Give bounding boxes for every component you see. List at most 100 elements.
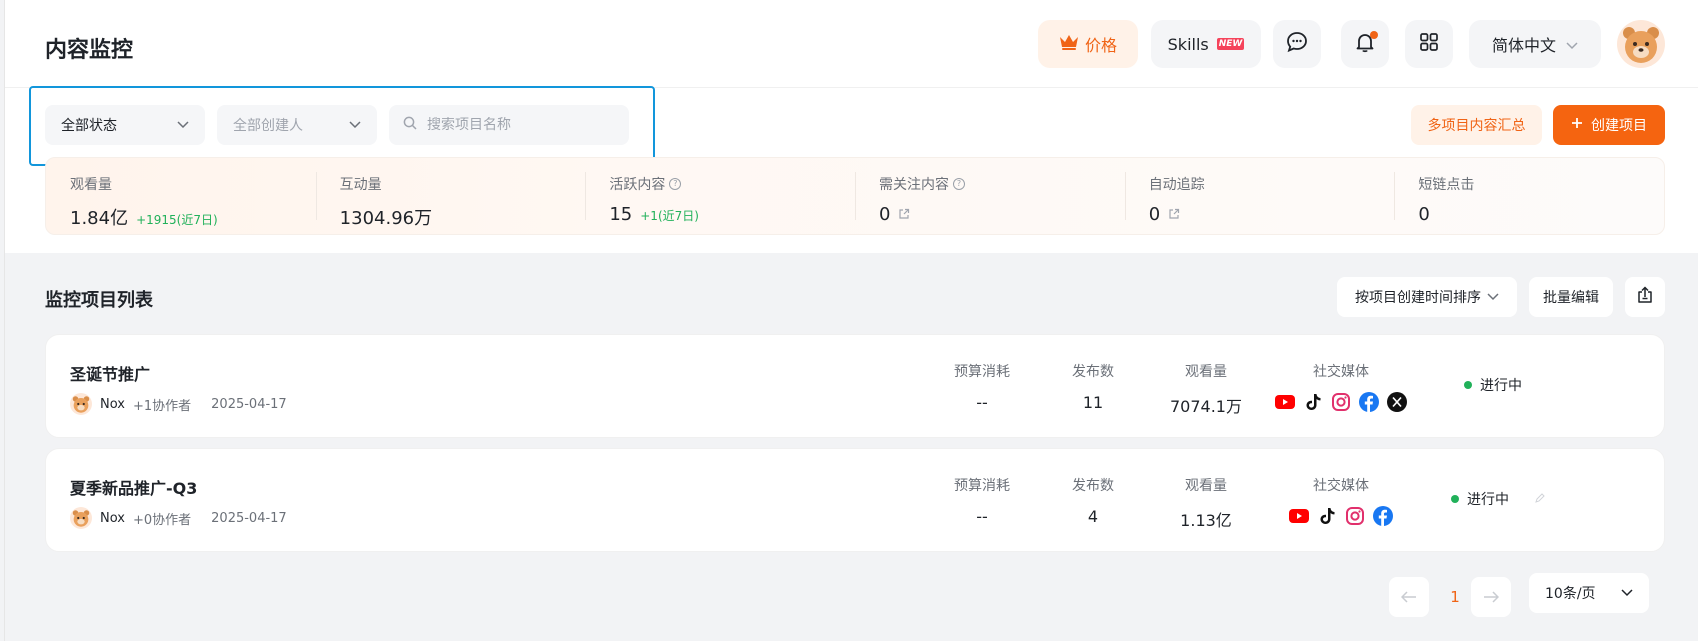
- next-page-button[interactable]: [1471, 577, 1511, 617]
- instagram-icon: [1344, 505, 1366, 527]
- external-link-icon[interactable]: [1168, 208, 1180, 224]
- apps-button[interactable]: [1405, 20, 1453, 68]
- status-select-value: 全部状态: [61, 118, 117, 134]
- chat-button[interactable]: [1273, 20, 1321, 68]
- create-project-button[interactable]: 创建项目: [1553, 105, 1665, 145]
- search-input[interactable]: [427, 117, 607, 133]
- status-select[interactable]: 全部状态: [45, 105, 205, 145]
- sort-select[interactable]: 按项目创建时间排序: [1337, 277, 1517, 317]
- stat-attention-content: 需关注内容 ? 0: [855, 158, 1125, 234]
- list-title: 监控项目列表: [45, 290, 153, 311]
- price-button[interactable]: 价格: [1038, 20, 1138, 68]
- stat-label: 短链点击: [1418, 177, 1475, 193]
- sort-label: 按项目创建时间排序: [1355, 290, 1481, 306]
- owner-name: Nox: [100, 510, 125, 526]
- plus-icon: [1571, 117, 1583, 133]
- col-label: 社交媒体: [1313, 364, 1369, 380]
- col-label: 观看量: [1185, 364, 1227, 380]
- stat-views: 观看量 1.84亿 +1915(近7日): [46, 158, 316, 234]
- stat-value: 0: [1148, 204, 1161, 225]
- chevron-down-icon: [349, 117, 361, 133]
- status-dot: [1451, 495, 1459, 503]
- page-title: 内容监控: [45, 38, 134, 63]
- project-name: 夏季新品推广-Q3: [70, 479, 198, 498]
- stat-delta: +1(近7日): [640, 209, 699, 223]
- col-label: 预算消耗: [954, 364, 1010, 380]
- project-card[interactable]: 夏季新品推广-Q3 Nox +0协作者 2025-04-17 预算消耗 -- 发…: [45, 448, 1665, 552]
- col-label: 观看量: [1185, 478, 1227, 494]
- stat-label: 自动追踪: [1148, 177, 1205, 193]
- chevron-down-icon: [177, 117, 189, 133]
- creator-select-placeholder: 全部创建人: [233, 118, 303, 134]
- create-project-label: 创建项目: [1591, 118, 1647, 134]
- notification-button[interactable]: [1341, 20, 1389, 68]
- skills-button[interactable]: Skills NEW: [1151, 20, 1261, 68]
- youtube-icon: [1288, 505, 1310, 527]
- stat-auto-tracking: 自动追踪 0: [1124, 158, 1395, 234]
- budget-value: --: [976, 507, 988, 526]
- creator-select[interactable]: 全部创建人: [217, 105, 377, 145]
- stat-value: 0: [1418, 204, 1430, 225]
- grid-icon: [1419, 32, 1439, 56]
- search-icon: [403, 116, 417, 134]
- batch-edit-button[interactable]: 批量编辑: [1529, 277, 1613, 317]
- tiktok-icon: [1316, 505, 1338, 527]
- export-icon: [1636, 286, 1654, 308]
- facebook-icon: [1358, 391, 1380, 413]
- language-label: 简体中文: [1491, 36, 1556, 55]
- social-column: 社交媒体: [1266, 361, 1416, 413]
- posts-value: 11: [1082, 393, 1104, 412]
- user-avatar[interactable]: [1617, 20, 1665, 68]
- arrow-right-icon: [1483, 588, 1500, 607]
- owner-avatar: [70, 393, 92, 415]
- search-box: [389, 105, 629, 145]
- stat-delta: +1915(近7日): [136, 213, 218, 227]
- stat-interactions: 互动量 1304.96万: [315, 158, 586, 234]
- help-icon[interactable]: ?: [669, 178, 682, 190]
- edit-icon[interactable]: [1535, 491, 1545, 507]
- stat-label: 观看量: [70, 177, 112, 193]
- social-column: 社交媒体: [1266, 475, 1416, 527]
- stat-value: 15: [609, 204, 633, 225]
- col-label: 发布数: [1072, 478, 1114, 494]
- page-size-select[interactable]: 10条/页: [1529, 573, 1649, 613]
- stat-label: 活跃内容: [609, 177, 666, 193]
- posts-column: 发布数 11: [1058, 361, 1128, 412]
- youtube-icon: [1274, 391, 1296, 413]
- tiktok-icon: [1302, 391, 1324, 413]
- new-badge: NEW: [1216, 38, 1245, 50]
- views-column: 观看量 7074.1万: [1166, 361, 1246, 417]
- chevron-down-icon: [1487, 289, 1499, 305]
- owner-avatar: [70, 507, 92, 529]
- multi-project-summary-button[interactable]: 多项目内容汇总: [1411, 105, 1542, 145]
- facebook-icon: [1372, 505, 1394, 527]
- stat-label: 需关注内容: [879, 177, 950, 193]
- stat-value: 1.84亿: [70, 208, 129, 229]
- project-status: 进行中: [1451, 489, 1545, 509]
- help-icon[interactable]: ?: [953, 178, 966, 190]
- col-label: 社交媒体: [1313, 478, 1369, 494]
- language-selector[interactable]: 简体中文: [1469, 20, 1601, 68]
- collaborators-count: +0协作者: [132, 512, 192, 528]
- stat-active-content: 活跃内容 ? 15 +1(近7日): [585, 158, 855, 234]
- stats-panel: 观看量 1.84亿 +1915(近7日) 互动量 1304.96万 活跃内容 ?…: [45, 157, 1665, 235]
- prev-page-button[interactable]: [1389, 577, 1429, 617]
- budget-value: --: [976, 393, 988, 412]
- project-date: 2025-04-17: [211, 396, 287, 412]
- budget-column: 预算消耗 --: [942, 475, 1022, 526]
- chevron-down-icon: [1566, 35, 1578, 54]
- stat-value: 1304.96万: [339, 208, 433, 229]
- owner-name: Nox: [100, 396, 125, 412]
- project-meta: Nox +1协作者 2025-04-17: [70, 393, 287, 415]
- posts-value: 4: [1087, 507, 1099, 526]
- posts-column: 发布数 4: [1058, 475, 1128, 526]
- status-label: 进行中: [1467, 492, 1509, 508]
- price-label: 价格: [1084, 36, 1117, 55]
- external-link-icon[interactable]: [898, 208, 910, 224]
- export-button[interactable]: [1625, 277, 1665, 317]
- page-number-current[interactable]: 1: [1435, 577, 1475, 617]
- stat-label: 互动量: [339, 177, 382, 193]
- views-column: 观看量 1.13亿: [1166, 475, 1246, 531]
- skills-label: Skills: [1167, 34, 1209, 54]
- project-card[interactable]: 圣诞节推广 Nox +1协作者 2025-04-17 预算消耗 -- 发布数 1…: [45, 334, 1665, 438]
